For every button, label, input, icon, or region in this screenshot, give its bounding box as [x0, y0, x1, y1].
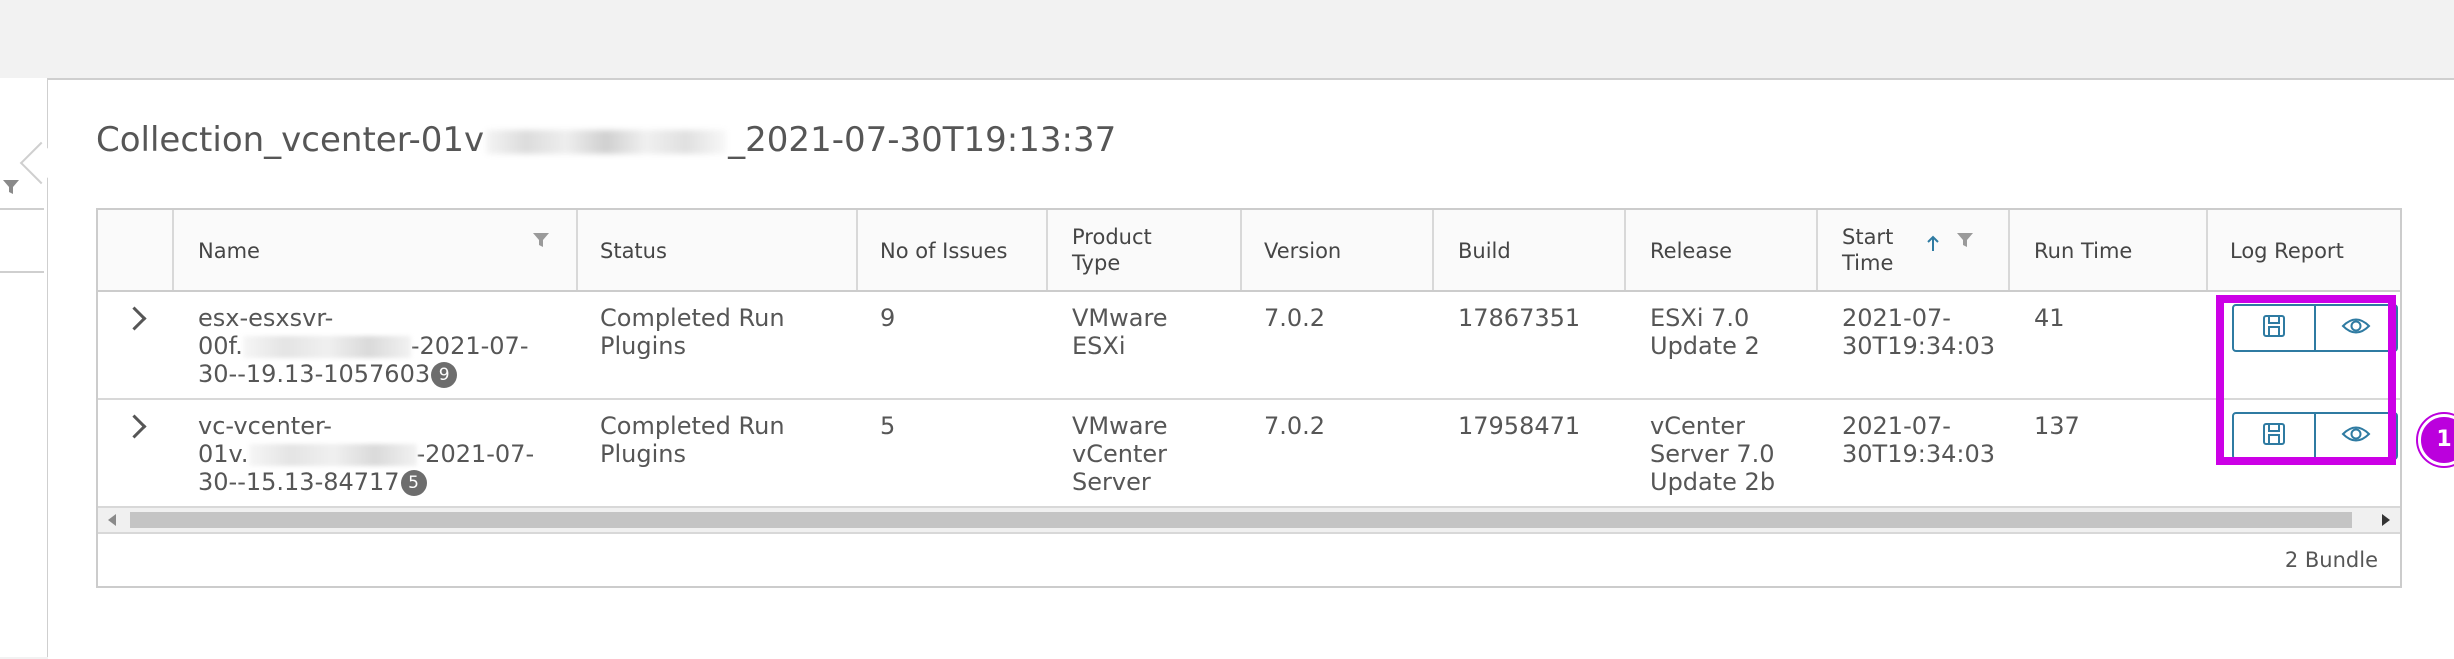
column-header-log-report[interactable]: Log Report — [2230, 238, 2344, 264]
column-separator — [576, 210, 578, 290]
table-row: vc-vcenter- 01v. -2021-07- 30--15.13-8471… — [98, 400, 2400, 508]
product-line: ESXi — [1072, 332, 1126, 360]
column-separator — [1624, 210, 1626, 290]
row-status: Completed Run Plugins — [600, 412, 785, 468]
start-line: 30T19:34:03 — [1842, 440, 1995, 468]
divider — [0, 208, 44, 210]
status-line: Plugins — [600, 332, 686, 360]
name-fragment: 00f. — [198, 332, 243, 360]
column-separator — [1432, 210, 1434, 290]
row-product-type: VMware vCenter Server — [1072, 412, 1168, 496]
column-separator — [2206, 210, 2208, 290]
title-prefix: Collection_vcenter-01v — [96, 120, 485, 160]
column-header-release[interactable]: Release — [1650, 238, 1732, 264]
start-line: 2021-07- — [1842, 412, 1951, 440]
filter-icon[interactable] — [2, 178, 20, 196]
filter-icon[interactable] — [1956, 231, 1974, 253]
column-separator — [2008, 210, 2010, 290]
name-fragment: -2021-07- — [410, 332, 529, 360]
header-line: Product — [1072, 225, 1152, 249]
scroll-right-icon[interactable] — [2382, 514, 2390, 526]
column-header-product-type[interactable]: Product Type — [1072, 224, 1152, 276]
column-separator — [1046, 210, 1048, 290]
header-line: Type — [1072, 251, 1121, 275]
row-name: esx-esxsvr- 00f. -2021-07- 30--19.13-1057… — [198, 304, 558, 388]
start-line: 30T19:34:03 — [1842, 332, 1995, 360]
status-line: Completed Run — [600, 304, 785, 332]
product-line: VMware — [1072, 304, 1168, 332]
row-start-time: 2021-07- 30T19:34:03 — [1842, 412, 1995, 468]
name-fragment: 01v. — [198, 440, 249, 468]
expand-chevron-icon[interactable] — [122, 306, 147, 331]
name-line: 30--19.13-1057603 9 — [198, 360, 558, 388]
column-separator — [1816, 210, 1818, 290]
annotation-highlight — [2216, 295, 2396, 465]
status-line: Completed Run — [600, 412, 785, 440]
name-fragment: 30--19.13-1057603 — [198, 360, 431, 388]
row-status: Completed Run Plugins — [600, 304, 785, 360]
filter-icon[interactable] — [532, 231, 550, 253]
row-release: vCenter Server 7.0 Update 2b — [1650, 412, 1775, 496]
row-release: ESXi 7.0 Update 2 — [1650, 304, 1760, 360]
row-build: 17867351 — [1458, 304, 1581, 332]
name-line: 01v. -2021-07- — [198, 440, 558, 468]
row-issues: 9 — [880, 304, 896, 332]
name-line: vc-vcenter- — [198, 412, 332, 440]
title-suffix: _2021-07-30T19:13:37 — [728, 120, 1117, 160]
row-version: 7.0.2 — [1264, 304, 1326, 332]
product-line: Server — [1072, 468, 1151, 496]
row-version: 7.0.2 — [1264, 412, 1326, 440]
column-header-name[interactable]: Name — [198, 238, 260, 264]
bundle-table: Name Status No of Issues Product Type Ve… — [96, 208, 2402, 588]
column-header-version[interactable]: Version — [1264, 238, 1341, 264]
release-line: Update 2b — [1650, 468, 1776, 496]
count-badge: 5 — [400, 470, 427, 496]
top-bar — [0, 0, 2454, 78]
row-issues: 5 — [880, 412, 896, 440]
page-title: Collection_vcenter-01v _2021-07-30T19:13:… — [96, 120, 1116, 160]
column-separator — [1240, 210, 1242, 290]
name-line: 00f. -2021-07- — [198, 332, 558, 360]
name-fragment: 30--15.13-84717 — [198, 468, 400, 496]
redacted-region — [486, 129, 727, 154]
name-line: esx-esxsvr- — [198, 304, 334, 332]
scrollbar-thumb[interactable] — [130, 512, 2352, 528]
product-line: vCenter — [1072, 440, 1167, 468]
divider — [0, 271, 44, 273]
redacted-region — [242, 336, 411, 358]
row-start-time: 2021-07- 30T19:34:03 — [1842, 304, 1995, 360]
release-line: Server 7.0 — [1650, 440, 1775, 468]
name-line: 30--15.13-84717 5 — [198, 468, 558, 496]
table-header: Name Status No of Issues Product Type Ve… — [98, 210, 2400, 292]
horizontal-scrollbar[interactable] — [98, 508, 2400, 534]
release-line: ESXi 7.0 — [1650, 304, 1750, 332]
column-header-issues[interactable]: No of Issues — [880, 238, 1007, 264]
redacted-region — [248, 444, 417, 466]
status-line: Plugins — [600, 440, 686, 468]
header-line: Time — [1842, 251, 1894, 275]
expand-chevron-icon[interactable] — [122, 414, 147, 439]
name-fragment: -2021-07- — [416, 440, 535, 468]
release-line: Update 2 — [1650, 332, 1760, 360]
row-run-time: 41 — [2034, 304, 2065, 332]
start-line: 2021-07- — [1842, 304, 1951, 332]
column-header-status[interactable]: Status — [600, 238, 667, 264]
column-header-run-time[interactable]: Run Time — [2034, 238, 2132, 264]
header-line: Start — [1842, 225, 1894, 249]
row-run-time: 137 — [2034, 412, 2080, 440]
table-row: esx-esxsvr- 00f. -2021-07- 30--19.13-1057… — [98, 292, 2400, 400]
column-separator — [172, 210, 174, 290]
column-header-build[interactable]: Build — [1458, 238, 1511, 264]
row-build: 17958471 — [1458, 412, 1581, 440]
row-product-type: VMware ESXi — [1072, 304, 1168, 360]
column-header-start-time[interactable]: Start Time — [1842, 224, 1893, 276]
row-name: vc-vcenter- 01v. -2021-07- 30--15.13-8471… — [198, 412, 558, 496]
scroll-left-icon[interactable] — [108, 514, 116, 526]
column-separator — [856, 210, 858, 290]
release-line: vCenter — [1650, 412, 1745, 440]
count-badge: 9 — [431, 362, 458, 388]
product-line: VMware — [1072, 412, 1168, 440]
sort-ascending-icon[interactable] — [1926, 235, 1940, 257]
bundle-count: 2 Bundle — [2284, 548, 2378, 572]
